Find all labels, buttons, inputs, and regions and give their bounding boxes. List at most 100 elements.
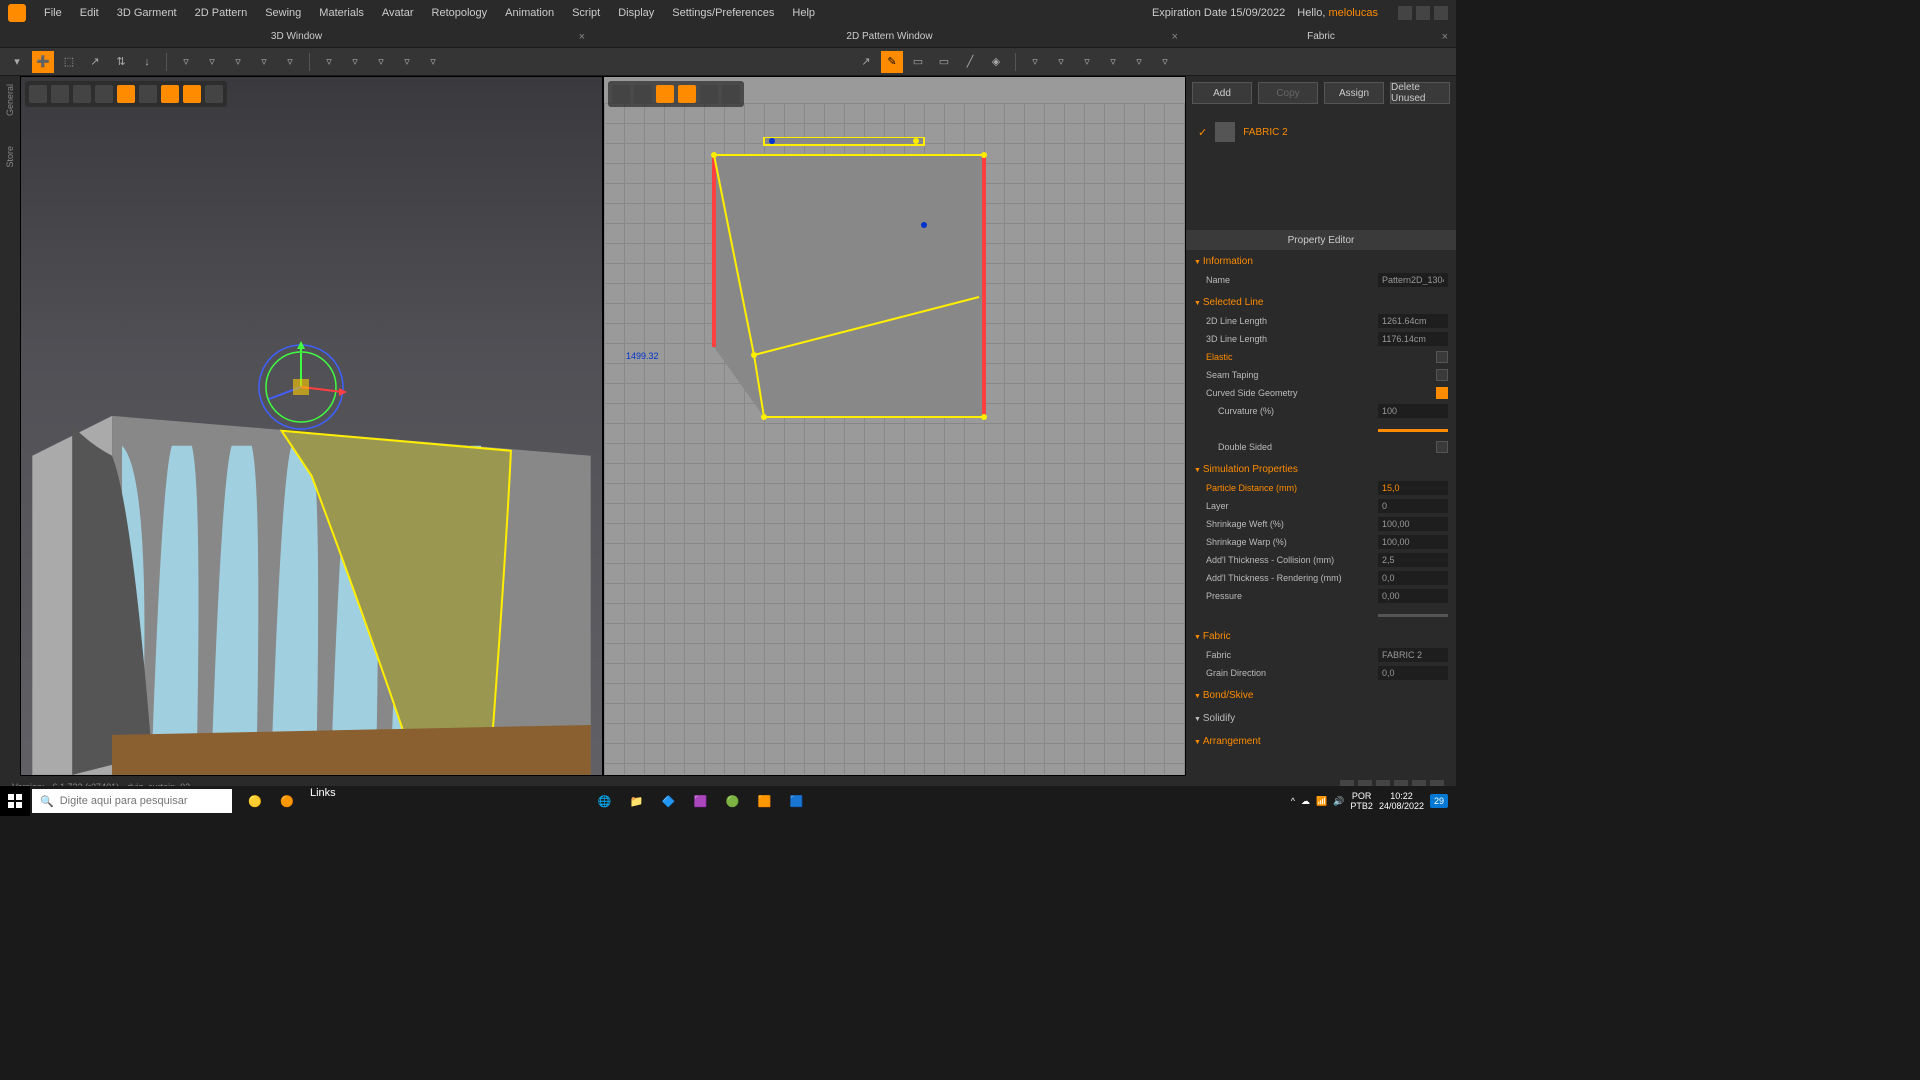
sidetab-store[interactable]: Store <box>5 146 15 168</box>
tool2d-grade-icon[interactable]: ▿ <box>1128 51 1150 73</box>
shrink-weft-input[interactable] <box>1378 517 1448 531</box>
section-information[interactable]: Information <box>1194 252 1448 271</box>
task-marvelous-icon[interactable]: 🟧 <box>750 787 780 815</box>
task-word-icon[interactable]: 🟦 <box>782 787 812 815</box>
tool-move-icon[interactable]: ⬚ <box>58 51 80 73</box>
tray-kb[interactable]: PTB2 <box>1350 801 1373 811</box>
fabric-select[interactable] <box>1378 648 1448 662</box>
search-input[interactable] <box>60 795 224 807</box>
menu-3d-garment[interactable]: 3D Garment <box>109 3 185 23</box>
task-premiere-icon[interactable]: 🟪 <box>686 787 716 815</box>
tool-cut-icon[interactable]: ▿ <box>227 51 249 73</box>
tool2d-pen-icon[interactable]: ✎ <box>881 51 903 73</box>
tab-close-3d[interactable]: × <box>579 31 585 43</box>
tray-lang[interactable]: POR <box>1350 791 1373 801</box>
tray-volume-icon[interactable]: 🔊 <box>1333 796 1344 807</box>
double-sided-checkbox[interactable] <box>1436 441 1448 453</box>
tray-chevron-icon[interactable]: ^ <box>1291 796 1295 806</box>
name-input[interactable] <box>1378 273 1448 287</box>
menu-materials[interactable]: Materials <box>311 3 372 23</box>
tool-pin-icon[interactable]: ⇅ <box>110 51 132 73</box>
tool2d-select-icon[interactable]: ↗ <box>855 51 877 73</box>
vp3d-btn-2[interactable] <box>51 85 69 103</box>
fabric-item[interactable]: ✓ FABRIC 2 <box>1194 118 1448 146</box>
section-fabric[interactable]: Fabric <box>1194 627 1448 646</box>
task-app-2[interactable]: 🟠 <box>272 787 302 815</box>
tool-chevron-down-icon[interactable]: ▾ <box>6 51 28 73</box>
start-button[interactable] <box>0 786 30 816</box>
line3d-input[interactable] <box>1378 332 1448 346</box>
sidetab-general[interactable]: General <box>5 84 15 116</box>
vp3d-btn-1[interactable] <box>29 85 47 103</box>
tab-3d-window[interactable]: 3D Window × <box>0 26 593 47</box>
tray-cloud-icon[interactable]: ☁ <box>1301 796 1310 807</box>
tab-fabric[interactable]: Fabric × <box>1186 26 1456 47</box>
tool2d-notch-icon[interactable]: ▿ <box>1024 51 1046 73</box>
tool2d-misc-icon[interactable]: ▿ <box>1154 51 1176 73</box>
vp2d-btn-5[interactable] <box>700 85 718 103</box>
tool2d-dart-icon[interactable]: ◈ <box>985 51 1007 73</box>
menu-sewing[interactable]: Sewing <box>257 3 309 23</box>
vp3d-btn-3[interactable] <box>73 85 91 103</box>
task-app3-icon[interactable]: 🔷 <box>654 787 684 815</box>
tool-arrow-icon[interactable]: ↓ <box>136 51 158 73</box>
vp3d-btn-9[interactable] <box>205 85 223 103</box>
seam-taping-checkbox[interactable] <box>1436 369 1448 381</box>
vp2d-btn-3[interactable] <box>656 85 674 103</box>
section-selected-line[interactable]: Selected Line <box>1194 293 1448 312</box>
tool-sew-icon[interactable]: ▿ <box>201 51 223 73</box>
section-solidify[interactable]: Solidify <box>1194 709 1448 728</box>
app-logo[interactable] <box>8 4 26 22</box>
line2d-input[interactable] <box>1378 314 1448 328</box>
vp3d-btn-4[interactable] <box>95 85 113 103</box>
menu-script[interactable]: Script <box>564 3 608 23</box>
search-box[interactable]: 🔍 <box>32 789 232 813</box>
tool2d-align-icon[interactable]: ▿ <box>1102 51 1124 73</box>
delete-unused-button[interactable]: Delete Unused <box>1390 82 1450 104</box>
menu-retopology[interactable]: Retopology <box>424 3 496 23</box>
elastic-checkbox[interactable] <box>1436 351 1448 363</box>
layer-input[interactable] <box>1378 499 1448 513</box>
tool2d-rect-icon[interactable]: ▭ <box>907 51 929 73</box>
transform-gizmo-icon[interactable] <box>251 337 351 437</box>
thickness-ren-input[interactable] <box>1378 571 1448 585</box>
task-explorer-icon[interactable]: 📁 <box>622 787 652 815</box>
tool2d-shape-icon[interactable]: ▭ <box>933 51 955 73</box>
section-bond[interactable]: Bond/Skive <box>1194 686 1448 705</box>
tool-measure-icon[interactable]: ▿ <box>318 51 340 73</box>
curved-geo-checkbox[interactable] <box>1436 387 1448 399</box>
tool-misc2-icon[interactable]: ▿ <box>396 51 418 73</box>
tray-wifi-icon[interactable]: 📶 <box>1316 796 1327 807</box>
menu-edit[interactable]: Edit <box>72 3 107 23</box>
curvature-slider[interactable] <box>1378 429 1448 432</box>
vp3d-btn-7[interactable] <box>161 85 179 103</box>
vp3d-btn-6[interactable] <box>139 85 157 103</box>
tool-tape-icon[interactable]: ▿ <box>344 51 366 73</box>
menu-animation[interactable]: Animation <box>497 3 562 23</box>
tool-fold-icon[interactable]: ▿ <box>279 51 301 73</box>
task-spotify-icon[interactable]: 🟢 <box>718 787 748 815</box>
curvature-input[interactable] <box>1378 404 1448 418</box>
vp2d-btn-2[interactable] <box>634 85 652 103</box>
shrink-warp-input[interactable] <box>1378 535 1448 549</box>
tool2d-trace-icon[interactable]: ▿ <box>1076 51 1098 73</box>
fabric-swatch[interactable] <box>1215 122 1235 142</box>
pressure-input[interactable] <box>1378 589 1448 603</box>
viewport-3d[interactable] <box>20 76 603 776</box>
tool2d-seam-icon[interactable]: ▿ <box>1050 51 1072 73</box>
pressure-slider[interactable] <box>1378 614 1448 617</box>
tool-misc1-icon[interactable]: ▿ <box>370 51 392 73</box>
menu-display[interactable]: Display <box>610 3 662 23</box>
pattern-shape[interactable] <box>704 137 1004 457</box>
menu-help[interactable]: Help <box>784 3 823 23</box>
copy-button[interactable]: Copy <box>1258 82 1318 104</box>
vp2d-btn-4[interactable] <box>678 85 696 103</box>
minimize-button[interactable] <box>1398 6 1412 20</box>
thickness-col-input[interactable] <box>1378 553 1448 567</box>
tray-notification-badge[interactable]: 29 <box>1430 794 1448 808</box>
task-chrome-icon[interactable]: 🌐 <box>590 787 620 815</box>
tab-close-fabric[interactable]: × <box>1442 31 1448 43</box>
menu-settings[interactable]: Settings/Preferences <box>664 3 782 23</box>
maximize-button[interactable] <box>1416 6 1430 20</box>
tool-mesh-icon[interactable]: ▿ <box>253 51 275 73</box>
